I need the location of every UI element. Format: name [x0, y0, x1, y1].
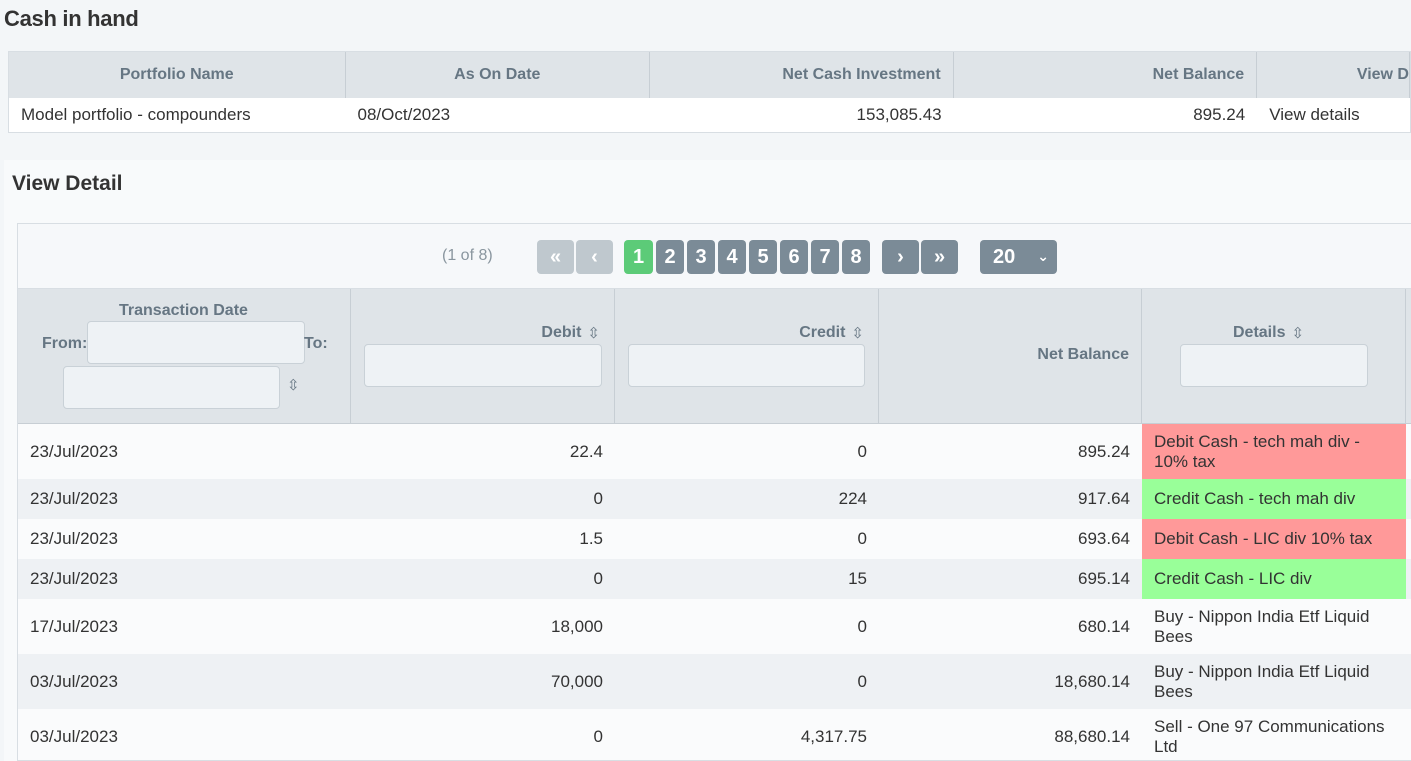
- grid-body: 23/Jul/2023 22.4 0 895.24 Debit Cash - tech …: [18, 424, 1411, 760]
- credit-cell: 15: [848, 569, 867, 588]
- table-row: 03/Jul/2023 70,000 0 18,680.14 Buy - Nippon …: [18, 654, 1411, 709]
- col-credit: Credit ⇳: [615, 289, 879, 423]
- from-date-input[interactable]: [87, 321, 305, 364]
- col-transaction-date: Transaction Date From: To: ⇳: [18, 289, 351, 423]
- first-page-button[interactable]: «: [537, 240, 574, 274]
- last-page-button[interactable]: »: [921, 240, 958, 274]
- prev-page-button[interactable]: ‹: [576, 240, 613, 274]
- credit-cell: 224: [838, 489, 867, 508]
- debit-cell: 1.5: [579, 529, 603, 548]
- view-detail-title: View Detail: [12, 172, 123, 195]
- sort-icon[interactable]: ⇳: [287, 376, 300, 394]
- net-balance: 895.24: [1193, 105, 1246, 124]
- net-balance-cell: 680.14: [1078, 616, 1130, 636]
- col-view-details: View D: [1257, 52, 1410, 98]
- details-cell: Buy - Nippon India Etf Liquid Bees: [1154, 661, 1370, 701]
- page-7-button[interactable]: 7: [811, 240, 839, 274]
- summary-row: Model portfolio - compounders 08/Oct/202…: [9, 98, 1410, 132]
- rows-per-page-select[interactable]: 20 ⌄: [980, 240, 1057, 274]
- debit-cell: 22.4: [569, 441, 603, 461]
- net-balance-cell: 88,680.14: [1054, 726, 1130, 746]
- transaction-date-cell: 23/Jul/2023: [30, 441, 118, 461]
- transaction-date-label: Transaction Date: [119, 302, 248, 319]
- col-net-balance: Net Balance: [954, 52, 1258, 98]
- credit-cell: 0: [857, 671, 867, 691]
- sort-icon[interactable]: ⇳: [1291, 324, 1304, 342]
- to-date-input[interactable]: [63, 366, 280, 409]
- debit-cell: 0: [593, 569, 603, 588]
- credit-label: Credit: [799, 324, 846, 341]
- table-row: 23/Jul/2023 1.5 0 693.64 Debit Cash - LIC di…: [18, 519, 1411, 559]
- transaction-date-cell: 03/Jul/2023: [30, 671, 118, 691]
- col-portfolio-name: Portfolio Name: [9, 52, 346, 98]
- net-balance-cell: 695.14: [1078, 569, 1130, 588]
- rows-per-page-value: 20: [993, 245, 1016, 268]
- net-cash-investment: 153,085.43: [856, 105, 942, 124]
- transaction-date-cell: 23/Jul/2023: [30, 529, 118, 548]
- page-8-button[interactable]: 8: [842, 240, 870, 274]
- transaction-date-cell: 23/Jul/2023: [30, 489, 118, 508]
- summary-header-row: Portfolio Name As On Date Net Cash Inves…: [9, 52, 1410, 98]
- col-as-on-date: As On Date: [346, 52, 651, 98]
- paginator: (1 of 8) « ‹ 1 2 3 4 5 6 7 8 › » 20 ⌄: [18, 224, 1411, 289]
- debit-cell: 0: [593, 726, 603, 746]
- credit-cell: 0: [857, 529, 867, 548]
- page-5-button[interactable]: 5: [749, 240, 777, 274]
- details-cell: Credit Cash - tech mah div: [1142, 479, 1406, 519]
- debit-label: Debit: [541, 324, 582, 341]
- to-label: To:: [304, 335, 328, 352]
- page-title: Cash in hand: [4, 6, 139, 31]
- details-filter-input[interactable]: [1180, 344, 1368, 387]
- transaction-date-cell: 17/Jul/2023: [30, 616, 118, 636]
- table-row: 23/Jul/2023 22.4 0 895.24 Debit Cash - tech …: [18, 424, 1411, 479]
- table-row: 23/Jul/2023 0 15 695.14 Credit Cash - LIC di…: [18, 559, 1411, 599]
- page-4-button[interactable]: 4: [718, 240, 746, 274]
- details-cell: Sell - One 97 Communications Ltd: [1154, 716, 1385, 756]
- credit-cell: 4,317.75: [800, 726, 867, 746]
- net-balance-cell: 917.64: [1078, 489, 1130, 508]
- transactions-grid: (1 of 8) « ‹ 1 2 3 4 5 6 7 8 › » 20 ⌄ Tr…: [17, 223, 1411, 761]
- table-row: 23/Jul/2023 0 224 917.64 Credit Cash - tech …: [18, 479, 1411, 519]
- details-label: Details: [1233, 324, 1286, 341]
- chevron-down-icon: ⌄: [1037, 248, 1049, 264]
- transaction-date-cell: 23/Jul/2023: [30, 569, 118, 588]
- credit-cell: 0: [857, 616, 867, 636]
- credit-filter-input[interactable]: [628, 344, 865, 387]
- view-details-link[interactable]: View details: [1257, 98, 1410, 132]
- page-6-button[interactable]: 6: [780, 240, 808, 274]
- debit-cell: 18,000: [551, 616, 603, 636]
- debit-filter-input[interactable]: [364, 344, 602, 387]
- col-net-balance: Net Balance: [879, 289, 1142, 423]
- as-on-date: 08/Oct/2023: [357, 105, 451, 124]
- col-net-cash-investment: Net Cash Investment: [650, 52, 954, 98]
- table-row: 17/Jul/2023 18,000 0 680.14 Buy - Nippon Ind…: [18, 599, 1411, 654]
- details-cell: Credit Cash - LIC div: [1142, 559, 1406, 599]
- net-balance-label: Net Balance: [1037, 346, 1129, 363]
- page-status: (1 of 8): [442, 247, 493, 264]
- debit-cell: 0: [593, 489, 603, 508]
- details-cell: Buy - Nippon India Etf Liquid Bees: [1154, 606, 1370, 646]
- page-1-button[interactable]: 1: [624, 240, 653, 274]
- table-row: 03/Jul/2023 0 4,317.75 88,680.14 Sell - One …: [18, 709, 1411, 760]
- sort-icon[interactable]: ⇳: [851, 324, 864, 342]
- col-details: Details ⇳: [1142, 289, 1406, 423]
- next-page-button[interactable]: ›: [882, 240, 919, 274]
- transaction-date-cell: 03/Jul/2023: [30, 726, 118, 746]
- credit-cell: 0: [857, 441, 867, 461]
- from-label: From:: [42, 335, 88, 352]
- summary-table: Portfolio Name As On Date Net Cash Inves…: [8, 51, 1411, 133]
- details-cell: Debit Cash - LIC div 10% tax: [1142, 519, 1406, 559]
- page-2-button[interactable]: 2: [656, 240, 684, 274]
- net-balance-cell: 18,680.14: [1054, 671, 1130, 691]
- sort-icon[interactable]: ⇳: [587, 324, 600, 342]
- view-detail-section: View Detail (1 of 8) « ‹ 1 2 3 4 5 6 7 8…: [4, 160, 1411, 761]
- details-cell: Debit Cash - tech mah div - 10% tax: [1142, 424, 1406, 479]
- col-debit: Debit ⇳: [351, 289, 615, 423]
- debit-cell: 70,000: [551, 671, 603, 691]
- grid-header-row: Transaction Date From: To: ⇳ Debit ⇳ Cre…: [18, 289, 1411, 424]
- portfolio-name: Model portfolio - compounders: [21, 105, 251, 124]
- net-balance-cell: 693.64: [1078, 529, 1130, 548]
- page-3-button[interactable]: 3: [687, 240, 715, 274]
- net-balance-cell: 895.24: [1078, 441, 1130, 461]
